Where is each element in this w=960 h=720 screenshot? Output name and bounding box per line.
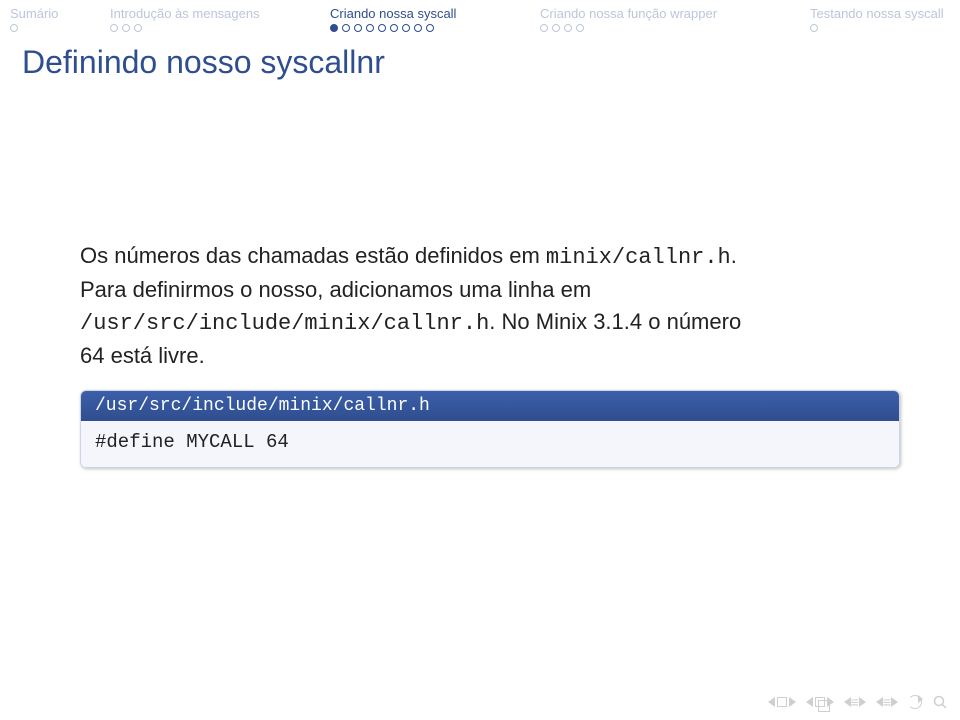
dot-icon bbox=[122, 24, 130, 32]
slide-title: Definindo nosso syscallnr bbox=[0, 32, 960, 81]
nav-section-testando[interactable]: Testando nossa syscall bbox=[810, 6, 960, 32]
dot-icon bbox=[564, 24, 572, 32]
code-inline: /usr/src/include/minix/callnr.h bbox=[80, 311, 489, 336]
dot-icon bbox=[330, 24, 338, 32]
prev-section-button[interactable] bbox=[806, 697, 834, 707]
slide-body: Os números das chamadas estão definidos … bbox=[80, 240, 900, 468]
triangle-right-icon bbox=[789, 697, 796, 707]
lines-icon: ≡ bbox=[883, 694, 891, 710]
progress-dots bbox=[110, 24, 142, 32]
dot-icon bbox=[402, 24, 410, 32]
prev-slide-button[interactable] bbox=[768, 697, 796, 707]
nav-label: Testando nossa syscall bbox=[810, 6, 944, 21]
nav-label: Sumário bbox=[10, 6, 58, 21]
nav-section-criando-syscall[interactable]: Criando nossa syscall bbox=[330, 6, 540, 32]
progress-dots bbox=[10, 24, 18, 32]
dot-icon bbox=[810, 24, 818, 32]
frame-icon bbox=[777, 697, 787, 707]
nav-label: Criando nossa syscall bbox=[330, 6, 456, 21]
triangle-right-icon bbox=[891, 697, 898, 707]
progress-dots bbox=[330, 24, 434, 32]
triangle-left-icon bbox=[768, 697, 775, 707]
dot-icon bbox=[552, 24, 560, 32]
frames-icon bbox=[815, 697, 825, 707]
dot-icon bbox=[576, 24, 584, 32]
next-subsection-button[interactable]: ≡ bbox=[876, 694, 898, 710]
search-icon bbox=[932, 694, 948, 710]
text: . bbox=[731, 243, 737, 268]
triangle-left-icon bbox=[876, 697, 883, 707]
triangle-right-icon bbox=[859, 697, 866, 707]
nav-label: Introdução às mensagens bbox=[110, 6, 260, 21]
lines-icon: ≡ bbox=[851, 694, 859, 710]
dot-icon bbox=[110, 24, 118, 32]
dot-icon bbox=[366, 24, 374, 32]
text: Para definirmos o nosso, adicionamos uma… bbox=[80, 277, 591, 302]
nav-section-wrapper[interactable]: Criando nossa função wrapper bbox=[540, 6, 810, 32]
back-button[interactable] bbox=[908, 695, 922, 709]
dot-icon bbox=[426, 24, 434, 32]
body-paragraph: Os números das chamadas estão definidos … bbox=[80, 240, 900, 372]
nav-section-sumario[interactable]: Sumário bbox=[10, 6, 110, 32]
nav-section-introducao[interactable]: Introdução às mensagens bbox=[110, 6, 330, 32]
dot-icon bbox=[378, 24, 386, 32]
prev-subsection-button[interactable]: ≡ bbox=[844, 694, 866, 710]
dot-icon bbox=[354, 24, 362, 32]
dot-icon bbox=[540, 24, 548, 32]
progress-dots bbox=[540, 24, 584, 32]
text: . No Minix 3.1.4 o número bbox=[489, 309, 741, 334]
section-nav: Sumário Introdução às mensagens Criando … bbox=[0, 0, 960, 32]
code-block: /usr/src/include/minix/callnr.h #define … bbox=[80, 390, 900, 468]
undo-icon bbox=[908, 695, 922, 709]
code-inline: minix/callnr.h bbox=[546, 245, 731, 270]
dot-icon bbox=[342, 24, 350, 32]
text: Os números das chamadas estão definidos … bbox=[80, 243, 546, 268]
search-button[interactable] bbox=[932, 694, 948, 710]
progress-dots bbox=[810, 24, 818, 32]
nav-label: Criando nossa função wrapper bbox=[540, 6, 717, 21]
dot-icon bbox=[134, 24, 142, 32]
code-block-title: /usr/src/include/minix/callnr.h bbox=[81, 391, 899, 421]
triangle-left-icon bbox=[844, 697, 851, 707]
dot-icon bbox=[414, 24, 422, 32]
dot-icon bbox=[390, 24, 398, 32]
slide-nav-controls: ≡ ≡ bbox=[768, 694, 948, 710]
dot-icon bbox=[10, 24, 18, 32]
text: 64 está livre. bbox=[80, 343, 205, 368]
code-block-body: #define MYCALL 64 bbox=[81, 421, 899, 467]
triangle-left-icon bbox=[806, 697, 813, 707]
